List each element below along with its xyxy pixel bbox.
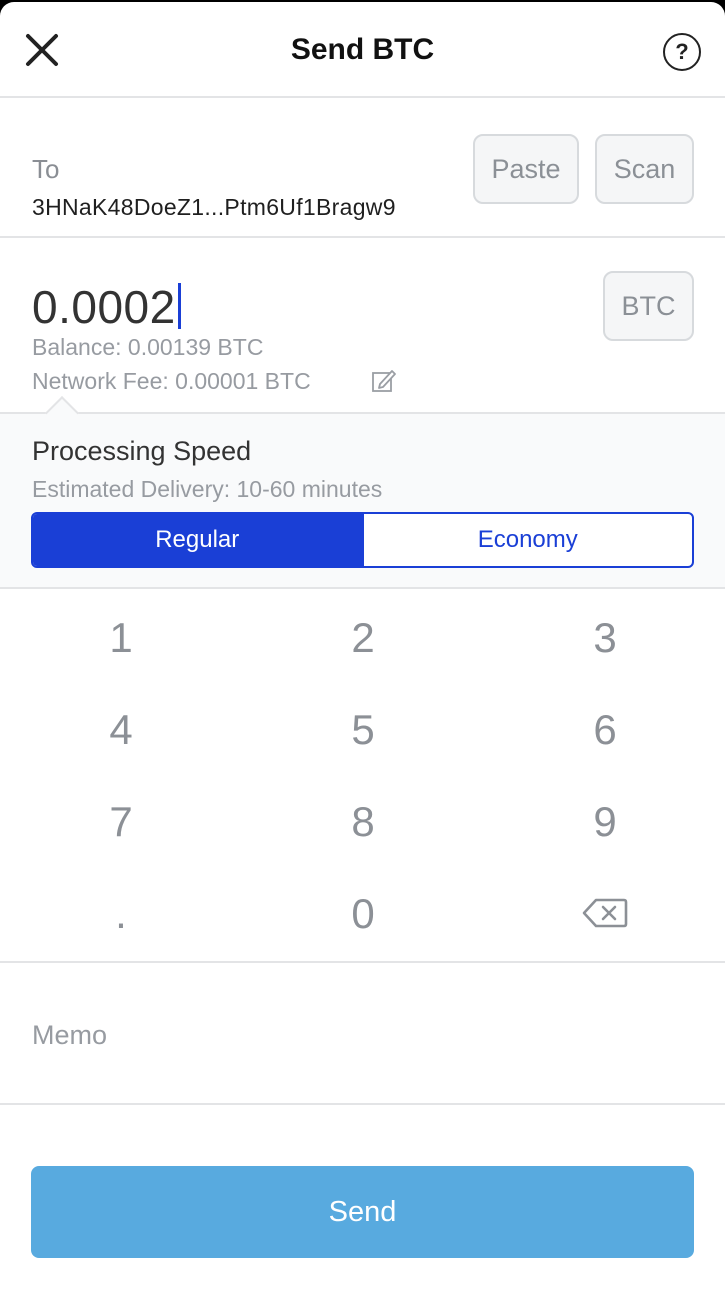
amount-field[interactable]: 0.0002 [32,280,181,334]
numeric-keypad: 1 2 3 4 5 6 7 8 9 . 0 [0,592,725,962]
help-icon[interactable]: ? [663,33,701,71]
text-cursor [177,283,181,329]
memo-input[interactable] [32,1015,692,1055]
speed-selector: Regular Economy [31,512,694,568]
send-btc-screen: Send BTC ? To 3HNaK48DoeZ1...Ptm6Uf1Brag… [0,2,725,1289]
key-6[interactable]: 6 [484,684,725,776]
scan-button[interactable]: Scan [595,134,694,204]
page-title: Send BTC [290,33,435,66]
speed-option-economy[interactable]: Economy [361,514,693,566]
key-4[interactable]: 4 [0,684,242,776]
balance-text: Balance: 0.00139 BTC [32,334,264,360]
amount-value: 0.0002 [32,281,176,333]
processing-speed-section: Processing Speed Estimated Delivery: 10-… [0,396,725,589]
backspace-icon [582,898,628,928]
recipient-section: To 3HNaK48DoeZ1...Ptm6Uf1Bragw9 Paste Sc… [0,100,725,238]
key-0[interactable]: 0 [242,868,484,960]
processing-speed-title: Processing Speed [32,436,252,466]
key-2[interactable]: 2 [242,592,484,684]
key-1[interactable]: 1 [0,592,242,684]
pencil-icon[interactable] [370,367,398,395]
paste-button[interactable]: Paste [473,134,579,204]
network-fee-text: Network Fee: 0.00001 BTC [32,368,311,394]
speed-option-regular[interactable]: Regular [33,514,362,566]
memo-section [0,961,725,1105]
estimated-delivery-text: Estimated Delivery: 10-60 minutes [32,476,383,502]
amount-section: 0.0002 BTC Balance: 0.00139 BTC Network … [0,240,725,412]
send-button[interactable]: Send [31,1166,694,1258]
key-decimal[interactable]: . [0,868,242,960]
to-label: To [32,154,60,184]
key-7[interactable]: 7 [0,776,242,868]
currency-toggle-button[interactable]: BTC [603,271,694,341]
recipient-address[interactable]: 3HNaK48DoeZ1...Ptm6Uf1Bragw9 [32,194,396,221]
header: Send BTC ? [0,2,725,98]
key-5[interactable]: 5 [242,684,484,776]
backspace-key[interactable] [484,868,725,960]
key-3[interactable]: 3 [484,592,725,684]
key-8[interactable]: 8 [242,776,484,868]
key-9[interactable]: 9 [484,776,725,868]
